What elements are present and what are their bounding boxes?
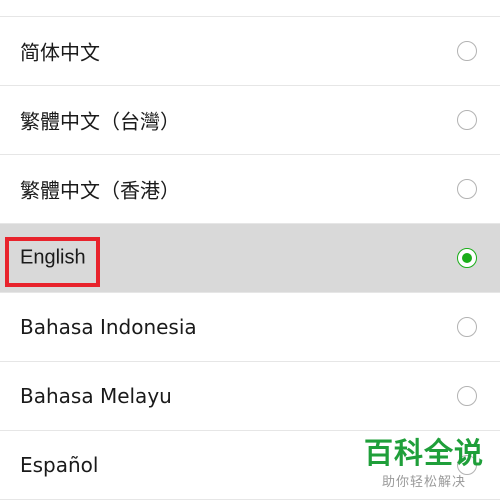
language-label: Bahasa Indonesia bbox=[20, 315, 197, 339]
language-list: 简体中文 繁體中文（台灣） 繁體中文（香港） English Bahasa In… bbox=[0, 17, 500, 500]
radio-unchecked-icon[interactable] bbox=[457, 386, 477, 406]
language-label: 繁體中文（台灣） bbox=[20, 109, 180, 134]
radio-unchecked-icon[interactable] bbox=[457, 110, 477, 130]
watermark-subtitle: 助你轻松解决 bbox=[381, 475, 466, 490]
language-label: 简体中文 bbox=[20, 40, 100, 65]
radio-checked-icon[interactable] bbox=[457, 248, 477, 268]
radio-unchecked-icon[interactable] bbox=[457, 317, 477, 337]
language-option-traditional-chinese-taiwan[interactable]: 繁體中文（台灣） bbox=[0, 86, 500, 155]
language-label: Bahasa Melayu bbox=[20, 384, 172, 408]
language-option-english[interactable]: English bbox=[0, 224, 500, 293]
language-label: English bbox=[20, 246, 86, 269]
language-label: 繁體中文（香港） bbox=[20, 178, 180, 203]
language-option-bahasa-melayu[interactable]: Bahasa Melayu bbox=[0, 362, 500, 431]
language-label: Español bbox=[20, 453, 99, 477]
language-option-simplified-chinese[interactable]: 简体中文 bbox=[0, 17, 500, 86]
radio-unchecked-icon[interactable] bbox=[457, 41, 477, 61]
language-settings-screen: 简体中文 繁體中文（台灣） 繁體中文（香港） English Bahasa In… bbox=[0, 0, 500, 500]
radio-unchecked-icon[interactable] bbox=[457, 179, 477, 199]
language-option-traditional-chinese-hongkong[interactable]: 繁體中文（香港） bbox=[0, 155, 500, 224]
language-option-bahasa-indonesia[interactable]: Bahasa Indonesia bbox=[0, 293, 500, 362]
watermark-title: 百科全说 bbox=[363, 436, 484, 470]
watermark-logo: 百科全说 助你轻松解决 bbox=[364, 437, 484, 490]
